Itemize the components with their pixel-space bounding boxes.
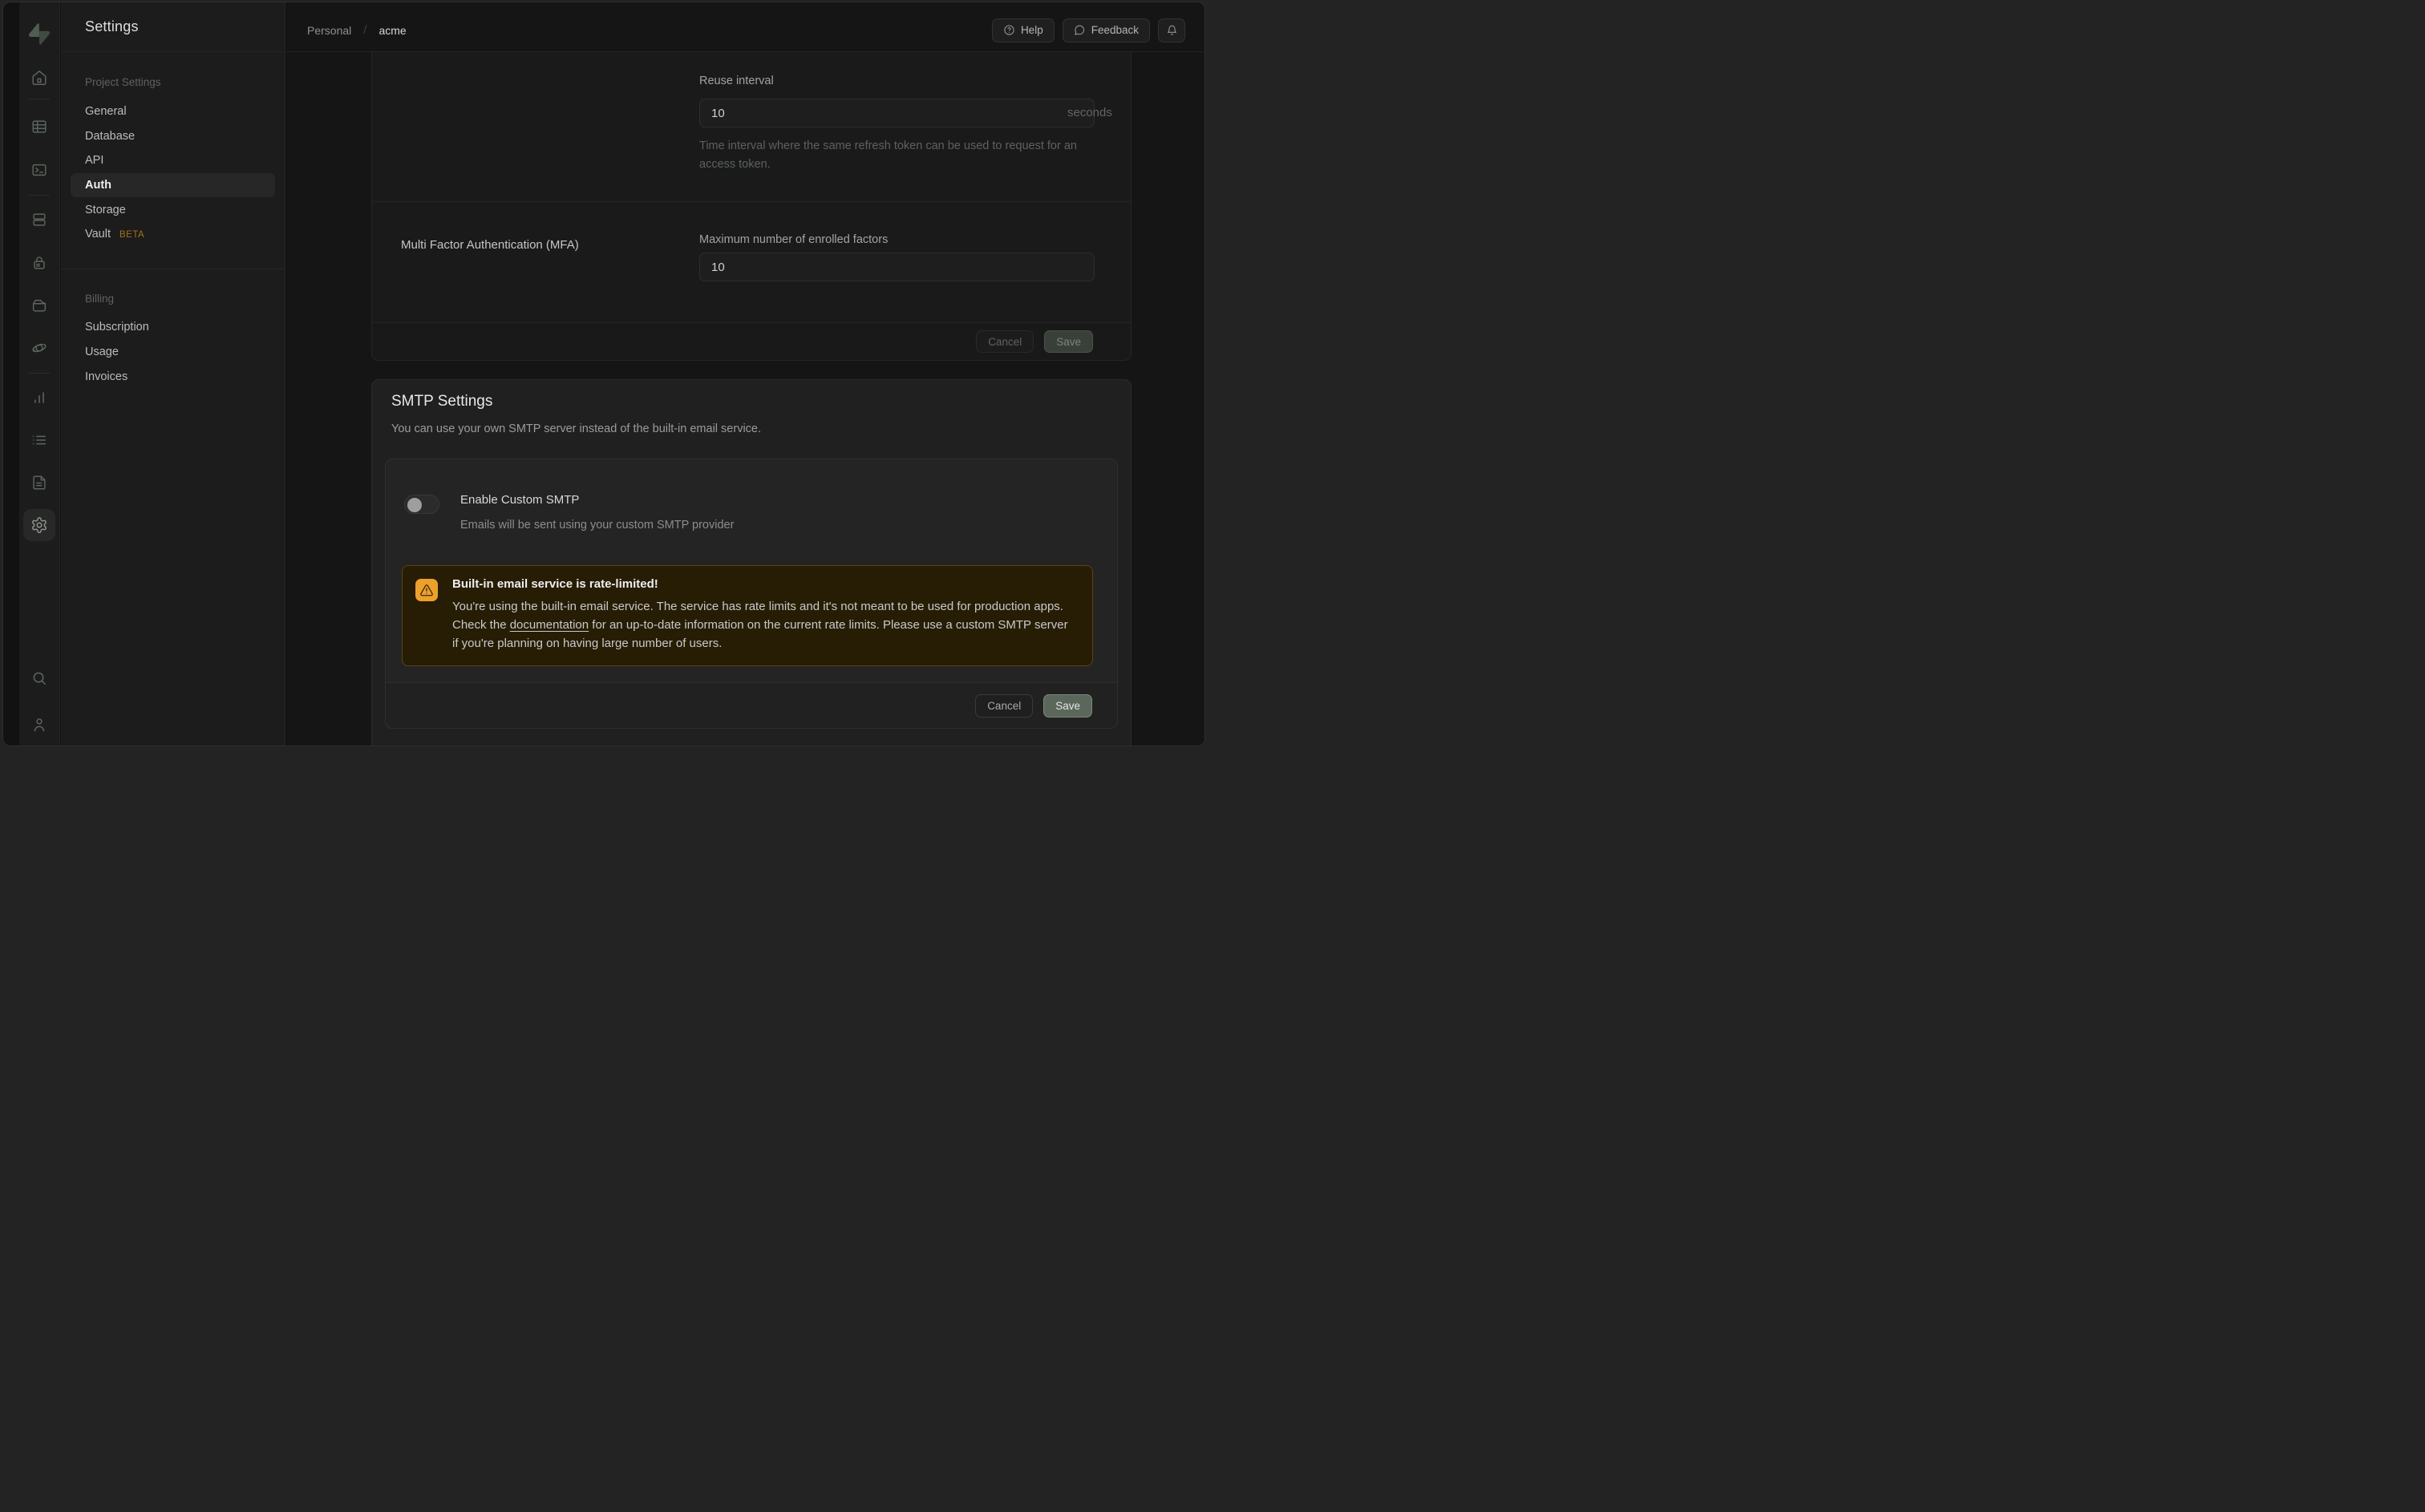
reuse-interval-input[interactable] xyxy=(699,99,1095,127)
rail-divider xyxy=(29,195,50,196)
auth-card-footer: Cancel Save xyxy=(372,322,1131,360)
help-button[interactable]: Help xyxy=(992,18,1055,42)
auth-icon[interactable] xyxy=(30,254,48,272)
sidebar-item-general[interactable]: General xyxy=(85,105,127,118)
sidebar-item-storage[interactable]: Storage xyxy=(85,204,126,216)
section-heading-billing: Billing xyxy=(85,293,114,305)
enable-custom-smtp-caption: Emails will be sent using your custom SM… xyxy=(460,519,734,532)
help-button-label: Help xyxy=(1021,24,1043,36)
cancel-button[interactable]: Cancel xyxy=(975,694,1033,718)
smtp-subtitle: You can use your own SMTP server instead… xyxy=(391,422,761,435)
logs-icon[interactable] xyxy=(30,431,48,449)
enable-custom-smtp-toggle[interactable] xyxy=(404,495,439,514)
settings-rail-active[interactable] xyxy=(23,509,55,541)
sidebar-item-api[interactable]: API xyxy=(85,154,103,167)
storage-icon[interactable] xyxy=(30,297,48,314)
breadcrumb-project[interactable]: acme xyxy=(379,24,406,37)
app-window: Settings Project Settings General Databa… xyxy=(2,2,1205,746)
rate-limit-warning-banner: Built-in email service is rate-limited! … xyxy=(402,565,1093,666)
reuse-interval-unit: seconds xyxy=(1067,106,1112,119)
search-icon[interactable] xyxy=(30,669,48,687)
table-editor-icon[interactable] xyxy=(30,118,48,135)
breadcrumb-separator: / xyxy=(363,23,366,37)
warning-triangle-icon xyxy=(415,579,438,601)
edge-functions-icon[interactable] xyxy=(30,339,48,357)
sidebar-item-subscription[interactable]: Subscription xyxy=(85,321,149,334)
help-circle-icon xyxy=(1003,24,1015,36)
sidebar-item-usage[interactable]: Usage xyxy=(85,346,119,358)
home-icon[interactable] xyxy=(30,69,48,87)
scroll-area[interactable]: Reuse interval seconds Time interval whe… xyxy=(286,52,1204,746)
sidebar-item-database[interactable]: Database xyxy=(85,130,135,143)
beta-badge: BETA xyxy=(119,230,144,240)
feedback-button-label: Feedback xyxy=(1091,24,1139,36)
smtp-card-footer: Cancel Save xyxy=(386,682,1117,728)
bell-icon xyxy=(1166,24,1178,36)
notifications-button[interactable] xyxy=(1158,18,1185,42)
feedback-button[interactable]: Feedback xyxy=(1063,18,1150,42)
save-button[interactable]: Save xyxy=(1043,694,1092,718)
settings-gear-icon xyxy=(30,516,48,534)
mfa-max-factors-input[interactable] xyxy=(699,253,1095,281)
warning-body: You're using the built-in email service.… xyxy=(452,597,1071,653)
mfa-field-label: Maximum number of enrolled factors xyxy=(699,233,888,246)
api-docs-icon[interactable] xyxy=(30,474,48,491)
icon-rail xyxy=(19,2,60,746)
toggle-knob xyxy=(407,498,422,512)
section-divider xyxy=(372,201,1131,202)
top-header: Personal / acme Help Feedback xyxy=(286,2,1204,52)
enable-custom-smtp-label: Enable Custom SMTP xyxy=(460,493,579,507)
auth-settings-card: Reuse interval seconds Time interval whe… xyxy=(371,52,1132,361)
message-bubble-icon xyxy=(1074,24,1086,36)
reuse-interval-label: Reuse interval xyxy=(699,75,774,87)
settings-sidebar: Settings Project Settings General Databa… xyxy=(61,2,285,746)
content-area: Personal / acme Help Feedback xyxy=(286,2,1204,746)
save-button[interactable]: Save xyxy=(1044,330,1093,353)
warning-title: Built-in email service is rate-limited! xyxy=(452,577,658,591)
smtp-title: SMTP Settings xyxy=(391,393,492,410)
rail-divider xyxy=(29,373,50,374)
breadcrumb-org[interactable]: Personal xyxy=(307,24,351,37)
header-actions: Help Feedback xyxy=(992,18,1185,42)
sidebar-item-label: Auth xyxy=(85,179,111,192)
documentation-link[interactable]: documentation xyxy=(510,618,589,632)
cancel-button[interactable]: Cancel xyxy=(976,330,1034,353)
sidebar-title: Settings xyxy=(61,2,285,52)
sidebar-item-vault[interactable]: Vault BETA xyxy=(85,228,144,241)
section-heading-project-settings: Project Settings xyxy=(85,76,161,88)
mfa-section-label: Multi Factor Authentication (MFA) xyxy=(401,238,579,252)
reuse-interval-helper: Time interval where the same refresh tok… xyxy=(699,137,1108,174)
sidebar-item-label: Vault xyxy=(85,228,111,241)
sidebar-item-auth[interactable]: Auth xyxy=(71,173,275,197)
sidebar-item-invoices[interactable]: Invoices xyxy=(85,370,128,383)
supabase-logo-icon[interactable] xyxy=(29,23,50,45)
database-icon[interactable] xyxy=(30,211,48,228)
smtp-form-card: Enable Custom SMTP Emails will be sent u… xyxy=(385,459,1118,729)
smtp-settings-panel: SMTP Settings You can use your own SMTP … xyxy=(371,379,1132,746)
reports-icon[interactable] xyxy=(30,389,48,406)
account-icon[interactable] xyxy=(30,716,48,734)
sql-editor-icon[interactable] xyxy=(30,161,48,179)
